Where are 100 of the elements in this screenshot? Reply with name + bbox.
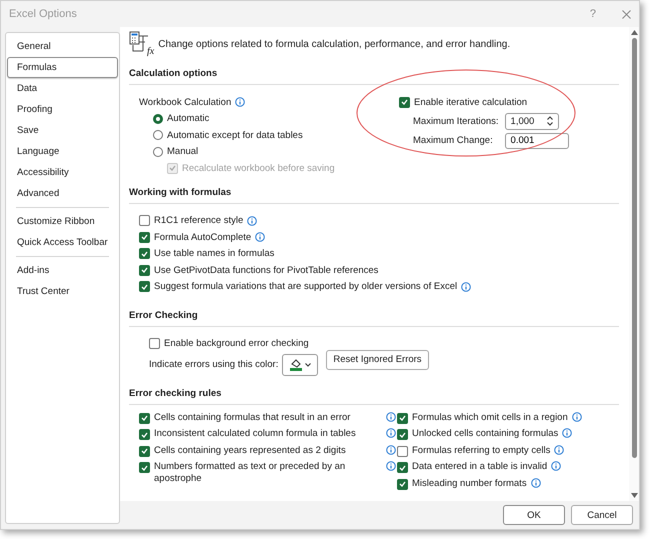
sidebar-item[interactable]: General <box>7 36 118 57</box>
checkmark-icon <box>141 284 148 290</box>
option-label: Automatic <box>167 113 210 124</box>
option-label: Unlocked cells containing formulas <box>412 428 558 440</box>
option-label: Formulas referring to empty cells <box>412 444 550 456</box>
option-label: Manual <box>167 146 198 158</box>
info-icon <box>554 444 564 454</box>
sidebar-item[interactable]: Quick Access Toolbar <box>7 232 118 253</box>
info-icon <box>386 461 396 471</box>
scrollbar[interactable] <box>629 27 639 501</box>
checkbox[interactable] <box>139 429 150 440</box>
option-label: Automatic except for data tables <box>167 130 303 141</box>
radio-button[interactable] <box>153 146 163 157</box>
checkbox[interactable] <box>397 478 408 490</box>
info-icon <box>386 444 396 454</box>
info-icon <box>235 97 246 108</box>
checkmark-icon <box>141 250 148 257</box>
down-caret-icon[interactable] <box>546 122 553 126</box>
checkbox[interactable] <box>139 462 150 473</box>
sidebar-item[interactable]: Accessibility <box>7 162 118 183</box>
info-icon <box>386 428 396 438</box>
checkbox[interactable] <box>397 462 408 473</box>
sidebar-item[interactable]: Data <box>7 78 118 99</box>
field-label: Maximum Iterations: <box>413 116 499 126</box>
info-icon <box>562 428 572 438</box>
spin-field[interactable]: 1,000 <box>504 112 559 130</box>
reset-ignored-errors-button[interactable]: Reset Ignored Errors <box>326 350 429 370</box>
checkmark-icon <box>141 464 148 470</box>
checkbox[interactable] <box>139 232 150 243</box>
sidebar-item[interactable]: Trust Center <box>7 281 118 302</box>
checkmark-icon <box>141 448 148 454</box>
checkmark-icon <box>399 464 406 470</box>
option-label: Inconsistent calculated column formula in tables <box>154 428 357 440</box>
checkmark-icon <box>141 432 148 438</box>
checkbox[interactable] <box>139 446 150 456</box>
option-label: Numbers formatted as text or preceded by an apostrophe <box>154 461 346 485</box>
window-title: Excel Options <box>9 8 78 20</box>
checkbox[interactable] <box>149 338 160 349</box>
checkbox[interactable] <box>139 281 150 292</box>
option-label: Suggest formula variations that are supported by older versions of Excel <box>154 281 458 292</box>
radio-button[interactable] <box>153 130 163 140</box>
option-label: Enable iterative calculation <box>414 96 528 108</box>
sidebar-item[interactable]: Advanced <box>7 183 118 204</box>
checkbox[interactable] <box>139 412 150 424</box>
info-icon <box>530 478 541 488</box>
down-arrow-icon[interactable] <box>630 493 638 498</box>
scrollbar-thumb[interactable] <box>632 38 636 458</box>
checkbox[interactable] <box>139 264 150 276</box>
checkbox[interactable] <box>139 215 150 226</box>
page-description: Change options related to formula calculation, performance, and error handling. <box>158 38 510 50</box>
option-label: Cells containing years represented as 2 digits <box>154 444 347 456</box>
field-label: Maximum Change: <box>413 135 494 146</box>
option-label: Recalculate workbook before saving <box>182 162 335 174</box>
ok-button[interactable]: OK <box>503 505 565 525</box>
down-caret-icon[interactable] <box>304 362 311 366</box>
fx-label: fx <box>147 46 154 56</box>
option-label: Enable background error checking <box>164 338 309 349</box>
option-label: Data entered in a table is invalid <box>412 461 548 473</box>
cancel-button[interactable]: Cancel <box>571 505 633 525</box>
section-title: Calculation options <box>129 61 619 85</box>
info-icon <box>386 412 396 422</box>
option-label: Indicate errors using this color: <box>149 359 278 370</box>
info-icon <box>572 412 582 422</box>
checkbox[interactable] <box>397 429 408 440</box>
radio-button[interactable] <box>153 114 163 124</box>
checkmark-icon <box>141 267 148 274</box>
checkbox[interactable] <box>397 446 408 456</box>
option-label: Formula AutoComplete <box>154 232 252 243</box>
checkmark-icon <box>399 432 406 438</box>
option-label: Formulas which omit cells in a region <box>412 412 568 424</box>
checkmark-icon <box>141 415 148 421</box>
sidebar-item[interactable]: Proofing <box>7 99 118 120</box>
checkmark-icon <box>399 415 406 421</box>
checkbox[interactable] <box>399 96 410 108</box>
option-label: R1C1 reference style <box>154 215 244 226</box>
up-arrow-icon[interactable] <box>630 30 638 35</box>
color-picker-button[interactable] <box>282 354 318 376</box>
checkmark-icon <box>169 165 176 172</box>
checkmark-icon <box>399 481 406 487</box>
close-icon[interactable] <box>622 10 631 18</box>
checkmark-icon <box>141 234 148 240</box>
option-label: Use table names in formulas <box>154 248 274 260</box>
checkbox[interactable] <box>139 248 150 260</box>
sidebar-item[interactable]: Customize Ribbon <box>7 211 118 232</box>
group-label: Workbook Calculation <box>139 96 232 108</box>
section-title: Error Checking <box>129 303 619 327</box>
option-label: Cells containing formulas that result in an error <box>154 412 352 424</box>
info-icon <box>551 461 562 471</box>
sidebar-item[interactable]: Save <box>7 120 118 141</box>
input-field[interactable]: 0.001 <box>504 132 569 148</box>
sidebar-item[interactable]: Add-ins <box>7 260 118 281</box>
sidebar-item[interactable]: Formulas <box>7 57 118 78</box>
option-label: Misleading number formats <box>412 478 527 490</box>
checkmark-icon <box>401 99 408 106</box>
sidebar-item[interactable]: Language <box>7 141 118 162</box>
checkbox[interactable] <box>397 412 408 424</box>
up-caret-icon[interactable] <box>546 116 553 120</box>
option-label: Use GetPivotData functions for PivotTable references <box>154 264 378 276</box>
section-title: Error checking rules <box>129 380 619 404</box>
section-title: Working with formulas <box>129 180 619 204</box>
